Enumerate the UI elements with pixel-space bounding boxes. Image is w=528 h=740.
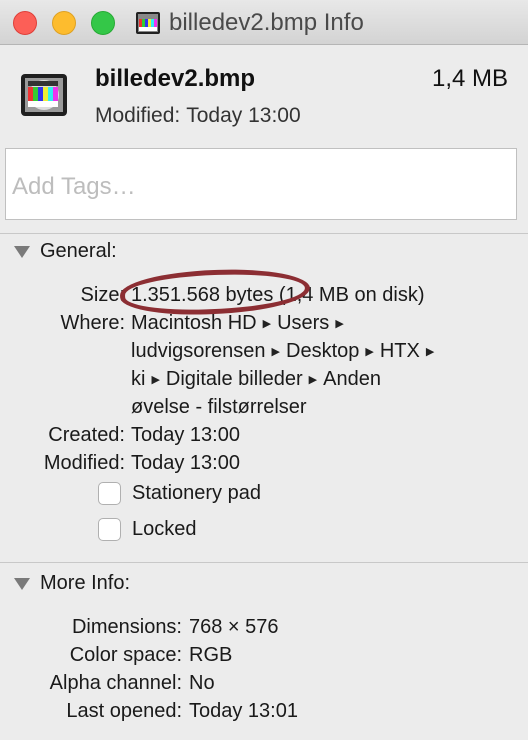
size-label: Size:: [80, 284, 125, 306]
disclosure-triangle-icon[interactable]: [14, 245, 30, 258]
path-arrow-icon: ▶: [365, 346, 374, 358]
where-label: Where:: [60, 312, 125, 334]
modified-value: Today 13:00: [131, 452, 240, 474]
general-section-title: General:: [40, 240, 117, 262]
where-path-line-1: Macintosh HD ▶ Users ▶: [131, 309, 350, 340]
size-value: 1.351.568 bytes (1,4 MB on disk): [131, 281, 425, 309]
last-opened-value: Today 13:01: [189, 700, 298, 722]
bmp-file-icon: [136, 12, 160, 34]
size-on-disk: (1,4 MB on disk): [278, 284, 425, 306]
locked-option[interactable]: Locked: [98, 518, 197, 541]
color-space-value: RGB: [189, 644, 233, 666]
stationery-pad-label: Stationery pad: [132, 482, 261, 504]
path-segment: Digitale billeder: [165, 368, 303, 390]
file-modified: Modified: Today 13:00: [95, 104, 301, 128]
path-segment: Users: [277, 312, 330, 334]
title-bar[interactable]: billedev2.bmp Info: [0, 0, 528, 45]
alpha-channel-label: Alpha channel:: [49, 672, 182, 694]
close-icon[interactable]: [13, 11, 37, 35]
path-arrow-icon: ▶: [335, 318, 344, 330]
dimensions-label: Dimensions:: [71, 616, 182, 638]
maximize-icon[interactable]: [91, 11, 115, 35]
file-size: 1,4 MB: [431, 65, 508, 92]
created-value: Today 13:00: [131, 424, 240, 446]
path-segment: Macintosh HD: [131, 312, 257, 334]
path-segment: Desktop: [286, 340, 360, 362]
add-tags-input[interactable]: [5, 148, 517, 220]
divider: [0, 562, 528, 563]
stationery-pad-option[interactable]: Stationery pad: [98, 482, 261, 505]
path-segment: ki: [131, 368, 146, 390]
path-segment-part: øvelse - filstørrelser: [131, 396, 307, 418]
modified-value: Today 13:00: [186, 104, 301, 127]
path-segment: HTX: [379, 340, 420, 362]
divider: [0, 233, 528, 234]
path-arrow-icon: ▶: [151, 374, 160, 386]
path-arrow-icon: ▶: [308, 374, 318, 386]
path-arrow-icon: ▶: [262, 318, 272, 330]
where-path-line-3: ki ▶ Digitale billeder ▶ Anden: [131, 365, 381, 396]
window-title-group: billedev2.bmp Info: [135, 7, 364, 39]
minimize-icon[interactable]: [52, 11, 76, 35]
file-name: billedev2.bmp: [95, 65, 256, 92]
locked-label: Locked: [132, 518, 197, 540]
modified-label: Modified:: [43, 452, 125, 474]
path-arrow-icon: ▶: [271, 346, 280, 358]
more-info-section-title: More Info:: [40, 572, 131, 594]
size-bytes: 1.351.568 bytes: [131, 284, 274, 306]
general-section-toggle[interactable]: General:: [14, 240, 117, 263]
file-header: billedev2.bmp 1,4 MB Modified: Today 13:0…: [0, 45, 528, 140]
more-info-section-toggle[interactable]: More Info:: [14, 572, 130, 595]
path-segment-part: Anden: [323, 368, 381, 390]
dimensions-value: 768 × 576: [189, 616, 279, 638]
created-label: Created:: [48, 424, 125, 446]
bmp-file-icon: [21, 74, 67, 116]
window-title: billedev2.bmp Info: [169, 9, 364, 36]
alpha-channel-value: No: [189, 672, 215, 694]
last-opened-label: Last opened:: [66, 700, 182, 722]
disclosure-triangle-icon[interactable]: [14, 577, 30, 590]
path-segment: ludvigsorensen: [131, 340, 266, 362]
modified-label: Modified:: [95, 104, 181, 127]
color-space-label: Color space:: [69, 644, 182, 666]
path-arrow-icon: ▶: [425, 346, 435, 358]
locked-checkbox[interactable]: [98, 518, 121, 541]
where-path-line-2: ludvigsorensen ▶ Desktop ▶ HTX ▶: [131, 337, 440, 368]
stationery-pad-checkbox[interactable]: [98, 482, 121, 505]
